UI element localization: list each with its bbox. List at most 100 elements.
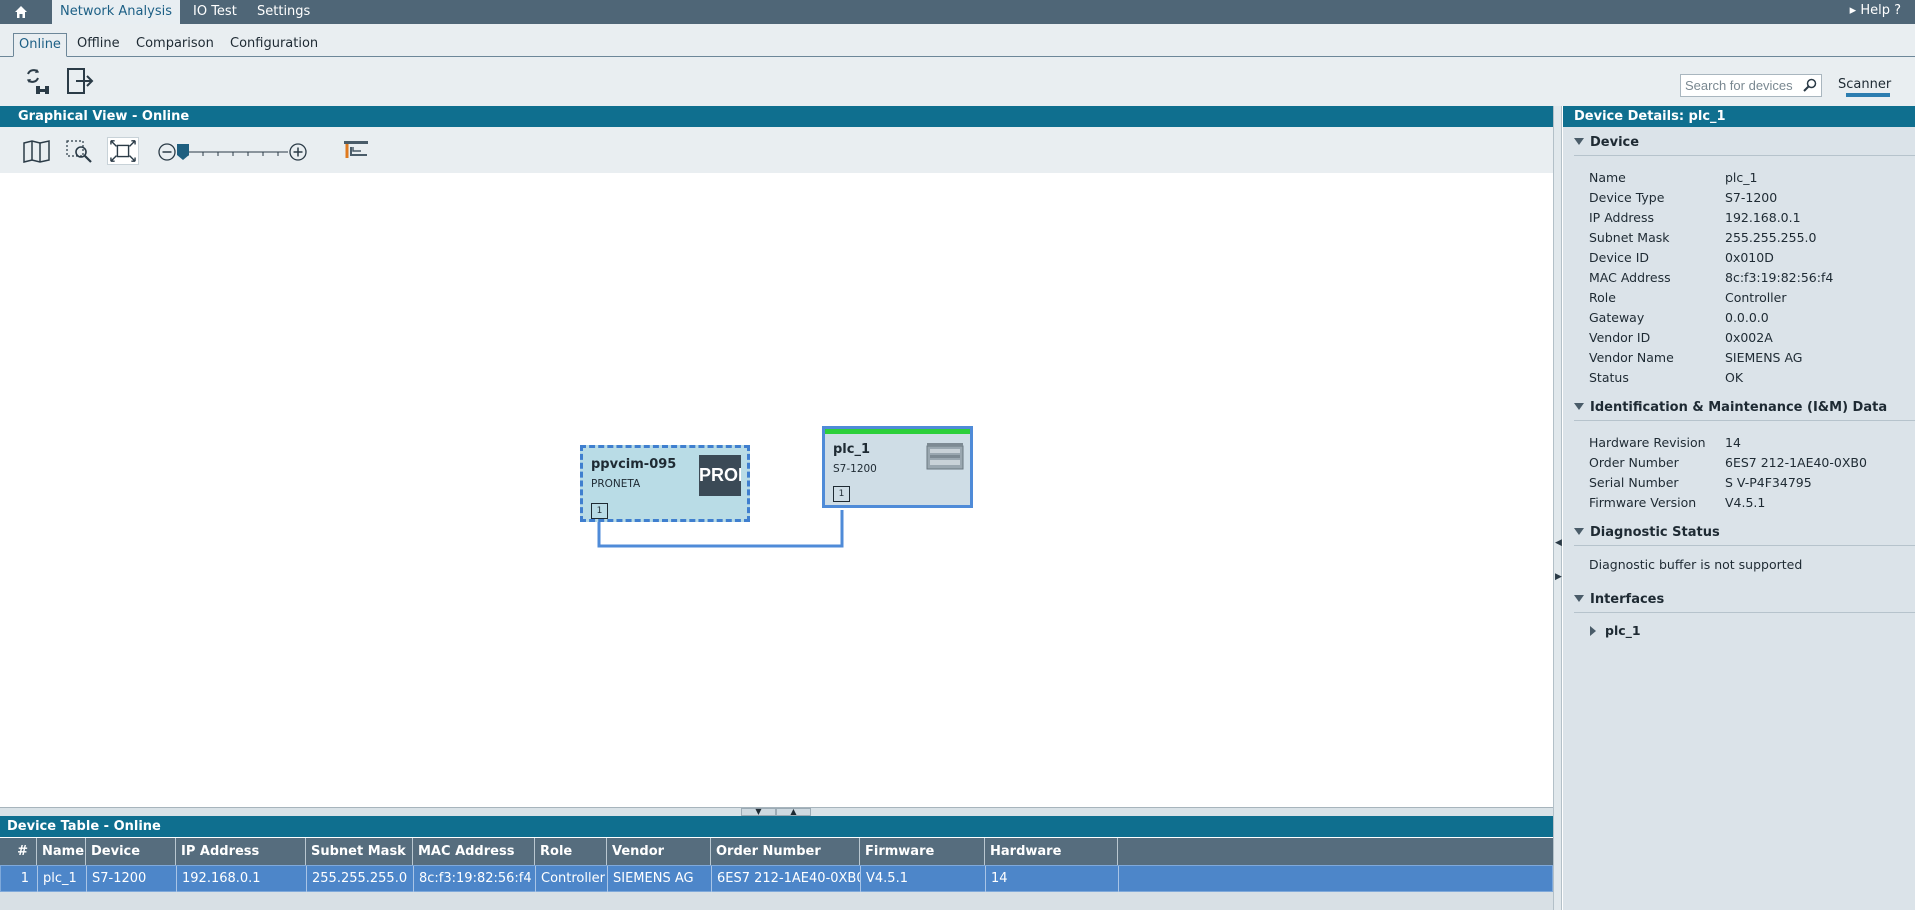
column-header[interactable]: Vendor Name [607, 838, 711, 886]
cell-name: plc_1 [38, 866, 87, 892]
prop-value: 192.168.0.1 [1725, 210, 1801, 225]
cell-device-type: S7-1200 [87, 866, 177, 892]
cell-order-number: 6ES7 212-1AE40-0XB0 [712, 866, 861, 892]
prop-value: 0.0.0.0 [1725, 310, 1769, 325]
fit-view-icon [110, 140, 136, 162]
proneta-logo: PRON [699, 455, 741, 496]
menubar: Network Analysis IO Test Settings ▸ Help… [0, 0, 1915, 24]
prop-label: Vendor Name [1589, 350, 1674, 365]
home-button[interactable] [13, 4, 35, 22]
cell-ip-address: 192.168.0.1 [177, 866, 307, 892]
triangle-down-icon [1574, 138, 1584, 145]
prop-label: Subnet Mask [1589, 230, 1670, 245]
subtab-configuration[interactable]: Configuration [225, 33, 323, 57]
subtab-bar: Online Offline Comparison Configuration [0, 24, 1915, 57]
device-details-title: Device Details: plc_1 [1563, 106, 1915, 127]
section-device-header[interactable]: Device [1574, 135, 1639, 150]
prop-label: Serial Number [1589, 475, 1679, 490]
zoom-slider[interactable] [158, 141, 310, 163]
tab-settings[interactable]: Settings [249, 0, 318, 24]
prop-value: OK [1725, 370, 1744, 385]
cell-vendor-name: SIEMENS AG [608, 866, 712, 892]
triangle-down-icon [1574, 595, 1584, 602]
column-header[interactable]: Hardware Revision [985, 838, 1118, 886]
subtab-offline[interactable]: Offline [72, 33, 125, 57]
topology-options-button[interactable] [341, 137, 373, 165]
subtab-online[interactable]: Online [13, 33, 67, 57]
zoom-out-icon[interactable] [158, 143, 176, 161]
column-header[interactable]: MAC Address [413, 838, 535, 865]
device-details-panel: Device Details: plc_1 Device Name plc_1 … [1563, 106, 1915, 910]
table-row[interactable]: 1 plc_1 S7-1200 192.168.0.1 255.255.255.… [0, 865, 1553, 892]
port-1[interactable]: 1 [833, 486, 850, 502]
refresh-scan-button[interactable] [22, 65, 54, 97]
prop-label: Vendor ID [1589, 330, 1651, 345]
prop-label: Hardware Revision [1589, 435, 1706, 450]
vertical-splitter[interactable] [1553, 106, 1562, 910]
prop-value: plc_1 [1725, 170, 1758, 185]
prop-label: Device ID [1589, 250, 1650, 265]
tab-io-test[interactable]: IO Test [185, 0, 245, 24]
prop-value: S7-1200 [1725, 190, 1778, 205]
column-header[interactable]: # [0, 838, 37, 865]
collapse-down-button[interactable]: ▼ [741, 808, 776, 816]
network-canvas[interactable] [0, 173, 1553, 807]
node-type: PRONETA [591, 478, 641, 490]
tab-network-analysis[interactable]: Network Analysis [52, 0, 180, 24]
divider [1574, 545, 1915, 546]
cell-mac-address: 8c:f3:19:82:56:f4 [414, 866, 536, 892]
prop-value: 14 [1725, 435, 1741, 450]
zoom-in-icon[interactable] [289, 143, 307, 161]
prop-label: Gateway [1589, 310, 1645, 325]
expand-up-button[interactable]: ▲ [776, 808, 811, 816]
column-header[interactable]: Device Type [86, 838, 176, 886]
help-menu[interactable]: ▸ Help ? [1850, 0, 1901, 24]
prop-value: SIEMENS AG [1725, 350, 1803, 365]
overview-map-button[interactable] [21, 137, 53, 165]
chevron-down-icon: ▼ [755, 807, 762, 816]
prop-value: 0x002A [1725, 330, 1773, 345]
device-node-ppvcim[interactable]: ppvcim-095 PRONETA PRON 1 [580, 445, 750, 522]
help-label: Help ? [1860, 3, 1901, 18]
divider [1574, 612, 1915, 613]
expand-right-icon[interactable]: ▶ [1555, 567, 1562, 587]
prop-value: S V-P4F34795 [1725, 475, 1812, 490]
fit-to-view-button[interactable] [107, 137, 139, 165]
cell-hardware-revision: 14 [986, 866, 1119, 892]
prop-value: Controller [1725, 290, 1787, 305]
interface-item[interactable]: plc_1 [1605, 623, 1641, 638]
prop-label: MAC Address [1589, 270, 1671, 285]
topology-icon [344, 141, 368, 158]
collapse-left-icon[interactable]: ◀ [1555, 533, 1562, 553]
section-im-header[interactable]: Identification & Maintenance (I&M) Data [1574, 400, 1887, 415]
zoom-selection-button[interactable] [64, 137, 96, 165]
refresh-network-icon [27, 69, 49, 94]
search-icon[interactable] [1802, 77, 1818, 93]
cell-subnet-mask: 255.255.255.0 [307, 866, 414, 892]
device-node-plc[interactable]: plc_1 S7-1200 1 [822, 426, 973, 508]
column-header[interactable]: Order Number [711, 838, 860, 865]
prop-label: Firmware Version [1589, 495, 1697, 510]
cell-firmware-version: V4.5.1 [861, 866, 986, 892]
status-ok-bar [825, 429, 970, 434]
node-type: S7-1200 [833, 463, 877, 475]
section-interfaces-header[interactable]: Interfaces [1574, 592, 1664, 607]
column-header[interactable]: Name [37, 838, 86, 865]
zoom-area-icon [66, 140, 92, 163]
search-input[interactable]: Search for devices [1680, 74, 1822, 97]
graphical-view-toolbar [0, 127, 1553, 173]
column-header[interactable]: Role [535, 838, 607, 865]
export-icon [67, 68, 94, 94]
column-header[interactable]: Subnet Mask [306, 838, 413, 865]
expand-arrow-icon[interactable] [1590, 626, 1596, 636]
subtab-comparison[interactable]: Comparison [131, 33, 219, 57]
prop-value: V4.5.1 [1725, 495, 1766, 510]
table-empty-area [0, 892, 1553, 910]
node-name: plc_1 [833, 442, 871, 457]
column-header[interactable]: Firmware Version [860, 838, 985, 886]
section-diagnostic-header[interactable]: Diagnostic Status [1574, 525, 1720, 540]
scanner-button[interactable]: Scanner [1838, 77, 1891, 92]
export-button[interactable] [64, 65, 96, 97]
port-1[interactable]: 1 [591, 503, 608, 519]
column-header[interactable]: IP Address [176, 838, 306, 865]
